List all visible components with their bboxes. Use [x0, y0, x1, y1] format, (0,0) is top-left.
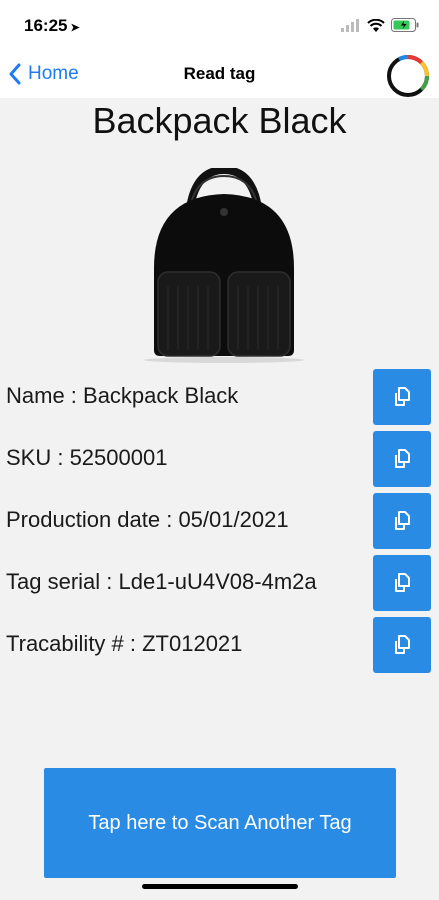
copy-icon: [395, 511, 410, 530]
home-indicator[interactable]: [142, 884, 298, 889]
scan-another-tag-button[interactable]: Tap here to Scan Another Tag: [44, 768, 396, 878]
status-bar: 16:25 ➤: [0, 0, 439, 50]
copy-tracability-button[interactable]: [373, 617, 431, 673]
copy-icon: [395, 387, 410, 406]
field-tag-serial-text: Tag serial : Lde1-uU4V08-4m2a: [6, 569, 317, 594]
copy-name-button[interactable]: [373, 369, 431, 425]
field-production-date-text: Production date : 05/01/2021: [6, 507, 289, 532]
nav-bar: Home Read tag: [0, 50, 439, 98]
copy-icon: [395, 635, 410, 654]
copy-production-date-button[interactable]: [373, 493, 431, 549]
field-row-production-date: Production date : 05/01/2021: [0, 493, 439, 549]
product-title: Backpack Black: [92, 100, 347, 141]
field-row-tracability: Tracability # : ZT012021: [0, 617, 439, 673]
battery-icon: [391, 18, 419, 32]
product-image: [144, 168, 304, 363]
copy-icon: [395, 449, 410, 468]
nav-title: Read tag: [183, 64, 256, 83]
field-tracability-text: Tracability # : ZT012021: [6, 631, 243, 656]
copy-icon: [395, 573, 410, 592]
field-row-tag-serial: Tag serial : Lde1-uU4V08-4m2a: [0, 555, 439, 611]
location-arrow-icon: ➤: [70, 22, 80, 34]
field-row-sku: SKU : 52500001: [0, 431, 439, 487]
time-text: 16:25: [24, 16, 68, 35]
signal-icon: [341, 18, 359, 32]
copy-tag-serial-button[interactable]: [373, 555, 431, 611]
copy-sku-button[interactable]: [373, 431, 431, 487]
field-row-name: Name : Backpack Black: [0, 369, 439, 425]
field-name-text: Name : Backpack Black: [6, 383, 239, 408]
scan-button-label: Tap here to Scan Another Tag: [88, 811, 352, 834]
status-icons: [341, 17, 419, 33]
activity-ring-icon[interactable]: [385, 53, 431, 99]
status-time: 16:25 ➤: [24, 16, 80, 36]
wifi-icon: [367, 18, 385, 32]
field-sku-text: SKU : 52500001: [6, 445, 168, 470]
